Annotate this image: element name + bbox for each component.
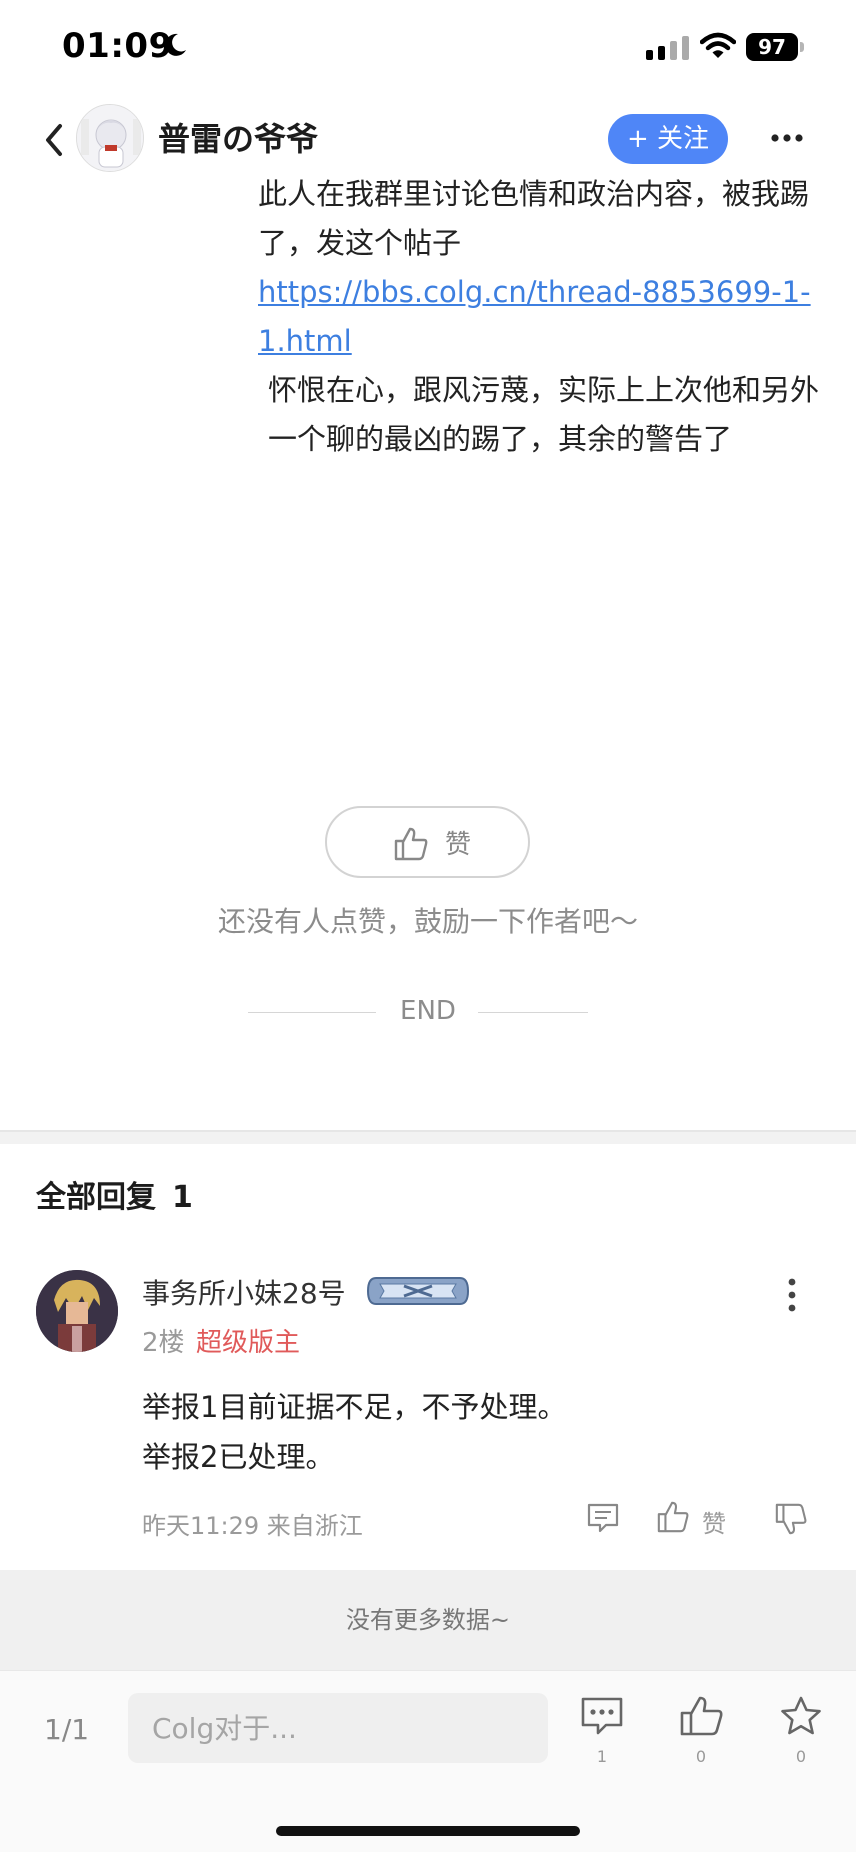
more-icon[interactable] xyxy=(770,132,804,144)
comments-count: 1 xyxy=(596,1747,608,1766)
post-content: 此人在我群里讨论色情和政治内容，被我踢了，发这个帖子 https://bbs.c… xyxy=(36,170,822,464)
home-indicator xyxy=(276,1826,580,1836)
reply-line-1: 举报1目前证据不足，不予处理。 xyxy=(142,1390,567,1424)
signal-icon xyxy=(646,36,689,60)
reply-avatar[interactable] xyxy=(36,1270,118,1352)
author-avatar[interactable] xyxy=(76,104,144,172)
status-bar: 01:09 97 xyxy=(0,0,856,96)
thumbs-up-icon[interactable] xyxy=(656,1500,690,1534)
reply-meta: 昨天11:29 来自浙江 xyxy=(142,1512,363,1540)
reply-line-2: 举报2已处理。 xyxy=(142,1440,335,1474)
follow-button[interactable]: + 关注 xyxy=(608,114,728,164)
thumbs-up-icon xyxy=(680,1696,723,1736)
replies-title: 全部回复 xyxy=(36,1180,156,1215)
comments-button[interactable]: 1 xyxy=(574,1695,630,1775)
reply-floor: 2楼 xyxy=(142,1328,185,1358)
battery-level: 97 xyxy=(746,33,798,61)
section-divider xyxy=(0,1130,856,1144)
post-text-1: 此人在我群里讨论色情和政治内容，被我踢了，发这个帖子 xyxy=(258,177,810,260)
star-icon xyxy=(781,1696,821,1735)
likes-count: 0 xyxy=(695,1747,707,1766)
thumbs-up-icon xyxy=(394,827,428,861)
avatar-image xyxy=(77,105,143,171)
post-paragraph-2: 怀恨在心，跟风污蔑，实际上上次他和另外一个聊的最凶的踢了，其余的警告了 xyxy=(36,366,822,464)
comment-input[interactable] xyxy=(128,1693,548,1763)
status-time: 01:09 xyxy=(62,26,173,66)
reply-more-icon[interactable] xyxy=(786,1278,798,1312)
like-button-label: 赞 xyxy=(445,830,472,860)
thumbs-down-icon[interactable] xyxy=(774,1502,808,1536)
post-paragraph-1: 此人在我群里讨论色情和政治内容，被我踢了，发这个帖子 https://bbs.c… xyxy=(36,170,822,366)
like-bottom-button[interactable]: 0 xyxy=(673,1695,729,1775)
reply-body: 举报1目前证据不足，不予处理。 举报2已处理。 xyxy=(142,1382,566,1482)
thread-link[interactable]: https://bbs.colg.cn/thread-8853699-1-1.h… xyxy=(258,275,811,358)
like-hint: 还没有人点赞，鼓励一下作者吧～ xyxy=(217,905,638,938)
reply-author-name[interactable]: 事务所小妹28号 xyxy=(142,1272,346,1312)
author-name[interactable]: 普雷の爷爷 xyxy=(158,114,318,160)
bottom-bar: 1/1 1 0 0 xyxy=(0,1670,856,1852)
battery-icon: 97 xyxy=(746,33,804,61)
page-indicator[interactable]: 1/1 xyxy=(44,1713,89,1746)
comment-icon[interactable] xyxy=(586,1502,620,1534)
favorites-count: 0 xyxy=(795,1747,807,1766)
reply-like-label[interactable]: 赞 xyxy=(702,1504,726,1539)
user-badge-icon xyxy=(366,1277,470,1305)
replies-count: 1 xyxy=(172,1180,193,1215)
comments-icon xyxy=(581,1697,623,1735)
end-marker: END xyxy=(400,996,456,1026)
like-button[interactable]: 赞 xyxy=(325,806,530,878)
favorite-button[interactable]: 0 xyxy=(773,1695,829,1775)
moon-icon xyxy=(165,33,186,56)
reply-avatar-image xyxy=(36,1270,118,1352)
no-more-data: 没有更多数据~ xyxy=(0,1570,856,1670)
post-text-2: 怀恨在心，跟风污蔑，实际上上次他和另外一个聊的最凶的踢了，其余的警告了 xyxy=(268,373,820,456)
back-icon[interactable] xyxy=(40,122,68,158)
replies-heading: 全部回复 1 xyxy=(36,1172,193,1216)
wifi-icon xyxy=(700,32,736,58)
reply-role: 超级版主 xyxy=(196,1328,301,1358)
battery-cap xyxy=(800,42,804,52)
